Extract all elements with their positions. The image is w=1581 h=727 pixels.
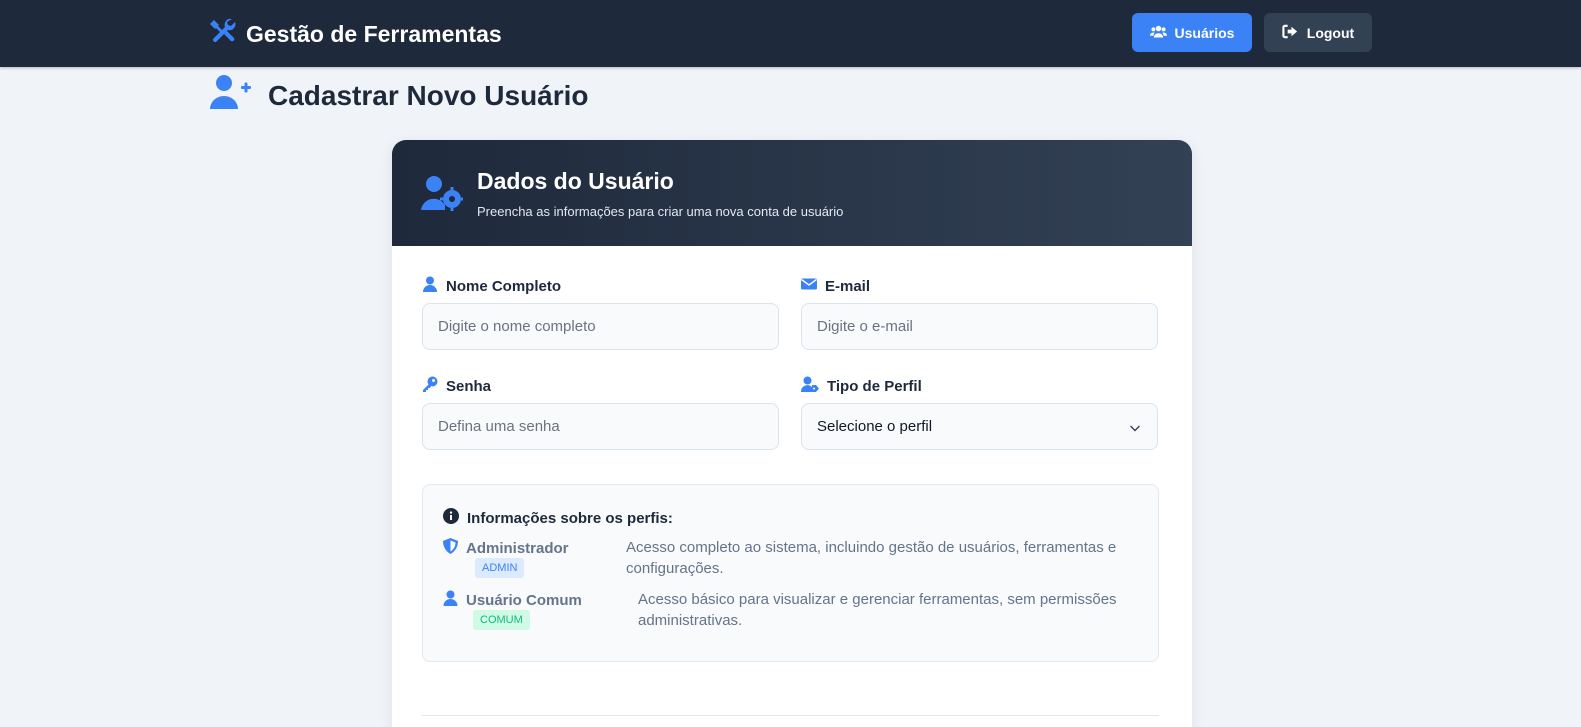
card-header: Dados do Usuário Preencha as informações… xyxy=(392,140,1192,246)
info-title: Informações sobre os perfis: xyxy=(443,508,673,528)
admin-role-name: Administrador xyxy=(443,538,569,558)
logout-button-label: Logout xyxy=(1307,25,1354,41)
logout-icon xyxy=(1282,23,1299,43)
profile-label: Tipo de Perfil xyxy=(801,376,922,396)
user-icon xyxy=(422,276,438,296)
profiles-info-box: Informações sobre os perfis: Administrad… xyxy=(422,484,1159,662)
common-role-label: Usuário Comum xyxy=(466,592,582,609)
logout-button[interactable]: Logout xyxy=(1264,13,1372,52)
name-input[interactable] xyxy=(422,303,779,350)
admin-badge: ADMIN xyxy=(475,558,524,578)
common-description: Acesso básico para visualizar e gerencia… xyxy=(638,589,1148,631)
users-icon xyxy=(1150,23,1167,43)
users-button-label: Usuários xyxy=(1175,25,1235,41)
comum-badge: COMUM xyxy=(473,610,530,630)
shield-icon xyxy=(443,538,458,558)
brand[interactable]: Gestão de Ferramentas xyxy=(210,18,502,50)
profile-select[interactable]: Selecione o perfil xyxy=(801,403,1158,450)
user-gear-icon xyxy=(421,175,463,211)
password-label-text: Senha xyxy=(446,378,491,395)
user-icon xyxy=(443,590,458,610)
email-label: E-mail xyxy=(801,276,870,296)
users-button[interactable]: Usuários xyxy=(1132,13,1252,52)
chevron-down-icon xyxy=(1129,421,1141,433)
form-divider xyxy=(422,715,1159,716)
tools-icon xyxy=(210,18,236,50)
email-label-text: E-mail xyxy=(825,278,870,295)
admin-role-label: Administrador xyxy=(466,540,569,557)
top-navbar: Gestão de Ferramentas Usuários Logout xyxy=(0,0,1581,67)
card-subtitle: Preencha as informações para criar uma n… xyxy=(477,204,843,219)
password-label: Senha xyxy=(422,376,491,396)
info-circle-icon xyxy=(443,508,459,528)
email-input[interactable] xyxy=(801,303,1158,350)
user-form-card: Dados do Usuário Preencha as informações… xyxy=(392,140,1192,727)
page-title-text: Cadastrar Novo Usuário xyxy=(268,80,589,112)
info-title-text: Informações sobre os perfis: xyxy=(467,510,673,527)
brand-title: Gestão de Ferramentas xyxy=(246,21,502,48)
page-title: Cadastrar Novo Usuário xyxy=(210,74,589,117)
user-plus-icon xyxy=(210,74,252,117)
key-icon xyxy=(422,376,438,396)
name-label-text: Nome Completo xyxy=(446,278,561,295)
password-input[interactable] xyxy=(422,403,779,450)
admin-description: Acesso completo ao sistema, incluindo ge… xyxy=(626,537,1136,579)
profile-label-text: Tipo de Perfil xyxy=(827,378,922,395)
name-label: Nome Completo xyxy=(422,276,561,296)
user-tag-icon xyxy=(801,376,819,396)
profile-select-value: Selecione o perfil xyxy=(817,418,932,435)
card-title: Dados do Usuário xyxy=(477,168,674,195)
envelope-icon xyxy=(801,276,817,296)
common-role-name: Usuário Comum xyxy=(443,590,582,610)
